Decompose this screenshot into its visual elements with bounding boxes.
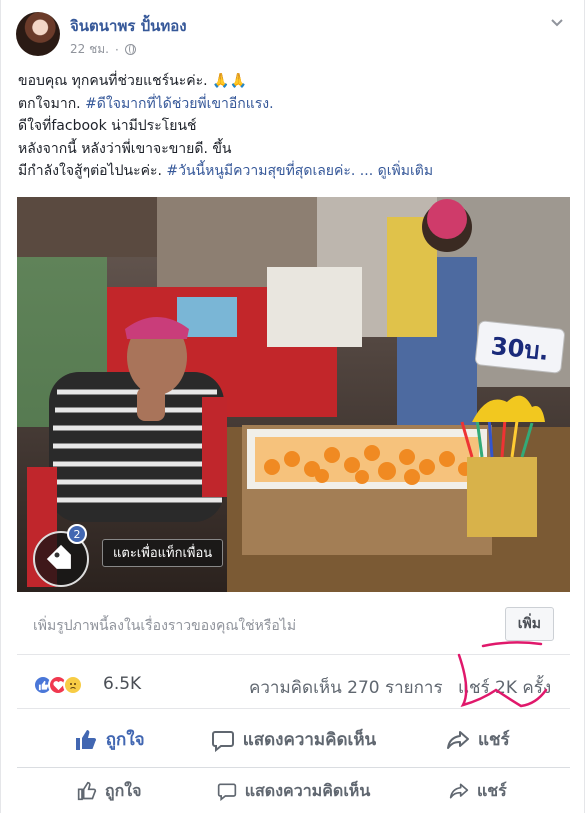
post-line: ตกใจมาก. #ดีใจมากที่ได้ช่วยพี่เขาอีกแรง. bbox=[18, 93, 567, 116]
line-text: ดีใจที่facbook น่ามีประโยนช์ bbox=[18, 118, 197, 134]
tag-prompt-label[interactable]: แตะเพื่อแท็กเพื่อน bbox=[102, 539, 224, 567]
share-label: แชร์ bbox=[478, 730, 510, 750]
post-line: มีกำลังใจสู้ๆต่อไปนะค่ะ. #วันนี้หนูมีควา… bbox=[18, 160, 567, 183]
line-text: หลังจากนี้ หลังว่าพี่เขาจะขายดี. ขึ้น bbox=[18, 140, 232, 157]
like-button[interactable]: ถูกใจ bbox=[17, 770, 201, 812]
comment-button[interactable]: แสดงความคิดเห็น bbox=[201, 712, 385, 767]
dot-separator: · bbox=[114, 42, 119, 57]
tag-count-badge: 2 bbox=[67, 524, 87, 544]
thumbs-up-icon bbox=[77, 781, 97, 801]
share-label: แชร์ bbox=[476, 780, 507, 800]
market-scene-image: 30บ. bbox=[17, 197, 570, 592]
comment-label: แสดงความคิดเห็น bbox=[242, 730, 377, 750]
post-actions: ถูกใจ แสดงความคิดเห็น แชร์ bbox=[17, 712, 570, 768]
comment-icon bbox=[211, 730, 234, 752]
chevron-down-icon[interactable] bbox=[549, 14, 565, 30]
post-header: จินตนาพร ปั้นทอง 22 ชม. · bbox=[16, 8, 569, 60]
thumbs-up-icon bbox=[75, 729, 96, 750]
see-more-link[interactable]: ... ดูเพิ่มเติม bbox=[355, 163, 433, 179]
share-button[interactable]: แชร์ bbox=[386, 712, 570, 767]
line-text: ขอบคุณ ทุกคนที่ช่วยแชร์นะค่ะ. 🙏🙏 bbox=[18, 73, 247, 89]
share-icon bbox=[447, 730, 469, 749]
post-meta: 22 ชม. · bbox=[70, 40, 136, 59]
reaction-count[interactable]: 6.5K bbox=[103, 674, 141, 694]
post-time[interactable]: 22 ชม. bbox=[70, 40, 109, 59]
comment-label: แสดงความคิดเห็น bbox=[244, 780, 371, 800]
add-to-story-button[interactable]: เพิ่ม bbox=[504, 607, 554, 641]
facebook-post: จินตนาพร ปั้นทอง 22 ชม. · ขอบคุณ ทุกคนที… bbox=[0, 0, 585, 813]
author-name[interactable]: จินตนาพร ปั้นทอง bbox=[70, 14, 187, 38]
comment-icon bbox=[217, 783, 236, 801]
post-line: ขอบคุณ ทุกคนที่ช่วยแชร์นะค่ะ. 🙏🙏 bbox=[18, 70, 567, 93]
share-icon bbox=[449, 783, 469, 799]
line-text: ตกใจมาก. bbox=[18, 95, 86, 112]
hashtag-link[interactable]: #ดีใจมากที่ได้ช่วยพี่เขาอีกแรง. bbox=[85, 96, 274, 112]
share-button[interactable]: แชร์ bbox=[386, 770, 570, 812]
sad-reaction-icon bbox=[63, 675, 83, 695]
globe-icon bbox=[124, 44, 136, 55]
post-text: ขอบคุณ ทุกคนที่ช่วยแชร์นะค่ะ. 🙏🙏 ตกใจมาก… bbox=[18, 70, 567, 183]
like-label: ถูกใจ bbox=[105, 730, 145, 750]
post-line: ดีใจที่facbook น่ามีประโยนช์ bbox=[18, 115, 567, 138]
post-photo[interactable]: 30บ. bbox=[17, 197, 570, 592]
reaction-icons[interactable] bbox=[33, 675, 83, 695]
story-suggestion-text: เพิ่มรูปภาพนี้ลงในเรื่องราวของคุณใช่หรือ… bbox=[33, 618, 297, 634]
like-button[interactable]: ถูกใจ bbox=[17, 712, 201, 767]
story-suggestion: เพิ่มรูปภาพนี้ลงในเรื่องราวของคุณใช่หรือ… bbox=[17, 597, 570, 655]
post-stats: 6.5K ความคิดเห็น 270 รายการ แชร์ 2K ครั้… bbox=[17, 665, 570, 709]
post-actions-repeat: ถูกใจ แสดงความคิดเห็น แชร์ bbox=[17, 770, 570, 812]
comment-count[interactable]: ความคิดเห็น 270 รายการ bbox=[249, 674, 443, 701]
line-text: มีกำลังใจสู้ๆต่อไปนะค่ะ. bbox=[18, 163, 167, 179]
comment-button[interactable]: แสดงความคิดเห็น bbox=[201, 770, 385, 812]
like-label: ถูกใจ bbox=[104, 780, 142, 800]
post-line: หลังจากนี้ หลังว่าพี่เขาจะขายดี. ขึ้น bbox=[18, 138, 567, 161]
author-avatar[interactable] bbox=[16, 12, 60, 56]
share-count[interactable]: แชร์ 2K ครั้ง bbox=[458, 674, 551, 701]
hashtag-link[interactable]: #วันนี้หนูมีความสุขที่สุดเลยค่ะ. bbox=[166, 163, 355, 179]
